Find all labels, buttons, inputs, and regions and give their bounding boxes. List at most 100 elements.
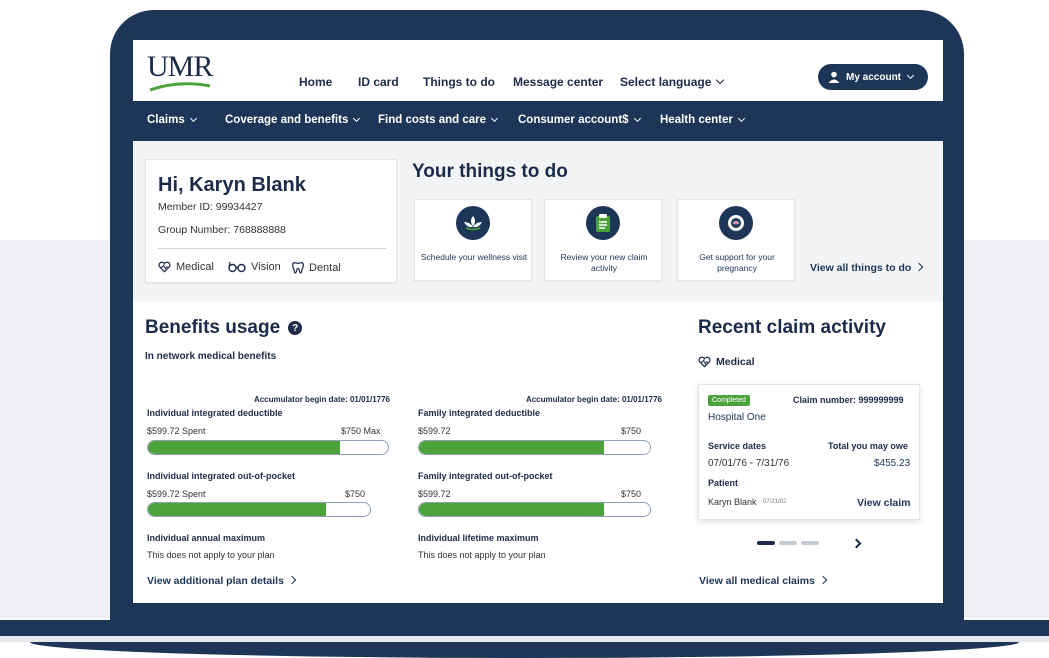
claims-category-label: Medical bbox=[716, 356, 755, 368]
coverage-label: Dental bbox=[309, 261, 341, 274]
logo-swoosh-icon bbox=[149, 82, 211, 92]
progress-fill bbox=[148, 503, 326, 516]
view-plan-details-link[interactable]: View additional plan details bbox=[147, 575, 297, 587]
task-card-claims[interactable]: Review your new claim activity bbox=[544, 199, 662, 281]
umr-logo[interactable]: UMR bbox=[147, 50, 213, 92]
service-dates: 07/01/76 - 7/31/76 bbox=[708, 458, 790, 469]
benefits-title: Benefits usage ? bbox=[145, 317, 303, 339]
logo-text: UMR bbox=[147, 50, 213, 83]
family-deductible-progress-bar bbox=[418, 440, 651, 455]
claim-number: Claim number: 999999999 bbox=[793, 395, 904, 405]
benefit-note: This does not apply to your plan bbox=[147, 550, 275, 560]
nav-select-language[interactable]: Select language bbox=[620, 75, 725, 89]
heart-icon bbox=[158, 261, 171, 273]
carousel-dot-active[interactable] bbox=[757, 541, 775, 545]
mainnav-label: Coverage and benefits bbox=[225, 114, 349, 126]
benefits-subtitle: In network medical benefits bbox=[145, 351, 277, 362]
owe-label: Total you may owe bbox=[828, 441, 908, 451]
top-header: UMR Home ID card Things to do Message ce… bbox=[133, 40, 943, 101]
mainnav-coverage[interactable]: Coverage and benefits bbox=[225, 114, 361, 126]
divider bbox=[158, 248, 386, 249]
coverage-medical[interactable]: Medical bbox=[158, 261, 214, 273]
mainnav-consumer-account[interactable]: Consumer account$ bbox=[518, 114, 641, 126]
chevron-down-icon bbox=[716, 75, 725, 85]
claim-card: Completed Claim number: 999999999 Hospit… bbox=[698, 384, 920, 520]
wellness-lotus-icon bbox=[456, 206, 490, 240]
clipboard-icon bbox=[586, 206, 620, 240]
mainnav-claims[interactable]: Claims bbox=[147, 114, 197, 126]
benefit-label: Individual lifetime maximum bbox=[418, 533, 539, 543]
things-title: Your things to do bbox=[412, 161, 568, 182]
accumulator-date: Accumulator begin date: 01/01/1776 bbox=[525, 395, 662, 404]
coverage-vision[interactable]: Vision bbox=[228, 261, 281, 273]
nav-id-card[interactable]: ID card bbox=[358, 75, 399, 89]
carousel-dot[interactable] bbox=[801, 541, 819, 545]
oop-progress-bar bbox=[147, 502, 371, 517]
chevron-down-icon bbox=[490, 114, 499, 123]
nav-message-center[interactable]: Message center bbox=[513, 75, 603, 89]
nav-home[interactable]: Home bbox=[299, 75, 332, 89]
app-screen: UMR Home ID card Things to do Message ce… bbox=[133, 40, 943, 603]
task-card-pregnancy[interactable]: Get support for your pregnancy bbox=[677, 199, 795, 281]
mainnav-label: Health center bbox=[660, 114, 733, 126]
link-label: View all things to do bbox=[810, 262, 912, 274]
chevron-down-icon bbox=[633, 114, 641, 123]
patient-dob: 07/21/02 bbox=[763, 499, 787, 505]
member-card: Hi, Karyn Blank Member ID: 99934427 Grou… bbox=[145, 159, 397, 283]
greeting: Hi, Karyn Blank bbox=[158, 174, 306, 196]
view-all-claims-link[interactable]: View all medical claims bbox=[699, 575, 828, 587]
claims-title: Recent claim activity bbox=[698, 317, 886, 338]
deductible-progress-bar bbox=[147, 440, 389, 455]
coverage-label: Vision bbox=[251, 261, 281, 273]
benefit-spent: $599.72 bbox=[418, 426, 451, 436]
claims-category: Medical bbox=[698, 356, 755, 368]
service-dates-label: Service dates bbox=[708, 441, 767, 451]
my-account-label: My account bbox=[846, 71, 902, 83]
member-id: Member ID: 99934427 bbox=[158, 201, 263, 213]
link-label: View all medical claims bbox=[699, 575, 815, 587]
carousel-dot[interactable] bbox=[779, 541, 797, 545]
select-language-label: Select language bbox=[620, 75, 712, 89]
laptop-base-lip bbox=[30, 642, 1019, 658]
task-label: Review your new claim activity bbox=[560, 252, 648, 273]
benefit-max: $750 bbox=[621, 426, 642, 436]
laptop-base bbox=[0, 620, 1049, 636]
chevron-right-icon bbox=[915, 262, 924, 272]
status-badge: Completed bbox=[708, 395, 750, 406]
progress-fill bbox=[148, 441, 340, 454]
patient-name: Karyn Blank bbox=[708, 497, 757, 507]
pregnancy-icon bbox=[719, 206, 753, 240]
chevron-down-icon bbox=[737, 114, 745, 123]
benefit-label: Individual integrated out-of-pocket bbox=[147, 471, 295, 481]
task-label: Get support for your pregnancy bbox=[699, 252, 775, 273]
benefit-spent: $599.72 Spent bbox=[147, 489, 206, 499]
mainnav-find-costs[interactable]: Find costs and care bbox=[378, 114, 499, 126]
family-oop-progress-bar bbox=[418, 502, 651, 517]
view-claim-link[interactable]: View claim bbox=[857, 497, 911, 509]
mainnav-health-center[interactable]: Health center bbox=[660, 114, 745, 126]
nav-things-to-do[interactable]: Things to do bbox=[423, 75, 495, 89]
mainnav-label: Claims bbox=[147, 114, 185, 126]
my-account-button[interactable]: My account bbox=[818, 64, 928, 90]
chevron-down-icon bbox=[906, 71, 915, 79]
view-all-things-link[interactable]: View all things to do bbox=[810, 262, 924, 274]
coverage-dental[interactable]: Dental bbox=[292, 261, 341, 274]
help-icon[interactable]: ? bbox=[288, 321, 303, 335]
benefit-max: $750 Max bbox=[341, 426, 381, 436]
benefit-label: Individual annual maximum bbox=[147, 533, 266, 543]
owe-value: $455.23 bbox=[874, 458, 911, 469]
task-card-wellness[interactable]: Schedule your wellness visit bbox=[414, 199, 532, 281]
tooth-icon bbox=[292, 261, 304, 274]
heart-icon bbox=[698, 356, 711, 368]
benefit-label: Family integrated out-of-pocket bbox=[418, 471, 553, 481]
progress-fill bbox=[419, 441, 604, 454]
benefits-title-text: Benefits usage bbox=[145, 317, 281, 338]
chevron-down-icon bbox=[189, 114, 197, 123]
carousel-next-icon[interactable] bbox=[851, 538, 862, 549]
user-icon bbox=[828, 71, 840, 83]
chevron-right-icon bbox=[287, 575, 297, 585]
device-mockup: UMR Home ID card Things to do Message ce… bbox=[0, 0, 1049, 658]
group-number: Group Number: 768888888 bbox=[158, 224, 286, 236]
task-label: Schedule your wellness visit bbox=[420, 252, 528, 262]
patient-label: Patient bbox=[708, 478, 739, 488]
